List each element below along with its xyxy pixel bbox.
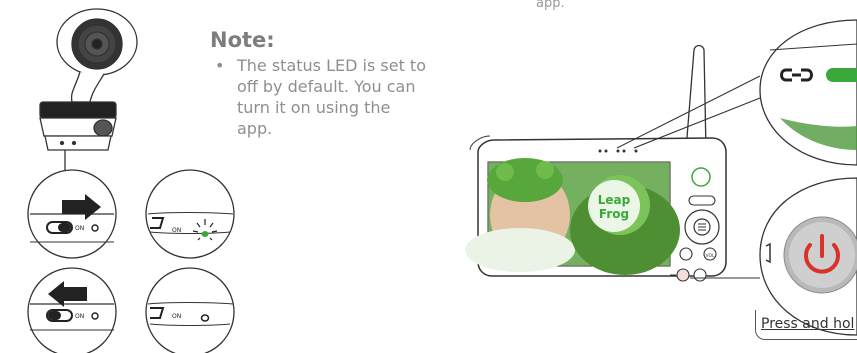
- note-text: The status LED is set to off by default.…: [237, 56, 426, 138]
- zoom-icon: [693, 268, 707, 282]
- led-off-detail: [145, 267, 235, 353]
- switch-off-detail: [27, 267, 117, 353]
- camera-unit: [39, 8, 138, 172]
- top-text-fragment: app.: [536, 0, 565, 11]
- illustration: ON ON ON ON Leap Frog VOL: [27, 8, 857, 353]
- switch-on-label: ON: [75, 225, 84, 232]
- note-bullet: •: [215, 56, 225, 75]
- led-icon: [201, 231, 209, 237]
- talk-icon: [679, 247, 693, 261]
- power-icon-small: [676, 268, 690, 282]
- led-on-label: ON: [172, 227, 181, 234]
- zoom-link-detail: [759, 19, 857, 166]
- logo-line1: Leap: [598, 193, 631, 207]
- note-body: • The status LED is set to off by defaul…: [215, 55, 430, 139]
- press-and-hold-label: Press and hol: [761, 316, 855, 332]
- led-off-label: ON: [172, 313, 181, 320]
- switch-off-label: ON: [75, 313, 84, 320]
- logo-line2: Frog: [599, 207, 629, 221]
- switch-on-detail: [27, 169, 117, 259]
- led-on-detail: [145, 169, 235, 259]
- parent-unit: [465, 44, 727, 282]
- note-title: Note:: [210, 28, 275, 52]
- vol-label: VOL: [705, 253, 715, 259]
